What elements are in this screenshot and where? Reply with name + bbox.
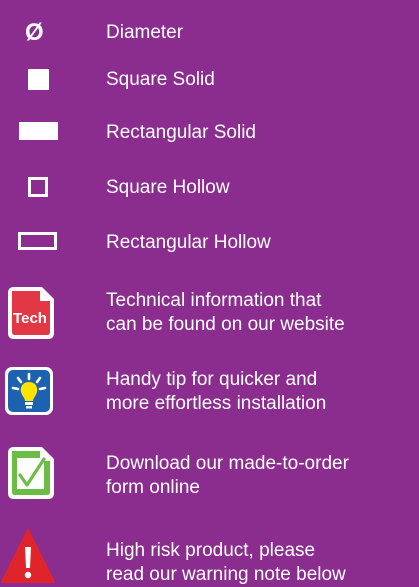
legend-item-rectangular-hollow: Rectangular Hollow	[0, 228, 419, 258]
tech-badge-text: Tech	[13, 310, 47, 327]
legend-item-square-hollow: Square Hollow	[0, 173, 419, 203]
legend-item-square-solid: Square Solid	[0, 65, 419, 95]
checkmark-form-icon	[8, 447, 54, 499]
tech-document-icon: Tech	[8, 287, 54, 339]
legend-item-download: Download our made-to-order form online	[0, 444, 419, 500]
legend-item-tip: Handy tip for quicker and more effortles…	[0, 363, 419, 419]
legend-item-tech: Tech Technical information that can be f…	[0, 283, 419, 339]
legend-label-warning: High risk product, please read our warni…	[106, 540, 346, 585]
legend-item-diameter: Ø Diameter	[0, 18, 419, 48]
legend-label-rectangular-solid: Rectangular Solid	[106, 122, 256, 143]
warning-triangle-icon	[1, 529, 55, 583]
legend-label-square-solid: Square Solid	[106, 69, 215, 90]
legend-label-diameter: Diameter	[106, 22, 184, 43]
square-solid-icon	[28, 69, 49, 90]
square-hollow-icon	[28, 177, 48, 197]
rectangular-solid-icon	[19, 122, 58, 140]
legend-label-rectangular-hollow: Rectangular Hollow	[106, 232, 271, 253]
legend-label-square-hollow: Square Hollow	[106, 177, 230, 198]
legend-label-tech: Technical information that can be found …	[106, 290, 345, 335]
rectangular-hollow-icon	[18, 232, 57, 250]
diameter-icon: Ø	[25, 19, 44, 46]
legend-item-warning: High risk product, please read our warni…	[0, 526, 419, 585]
legend-label-tip: Handy tip for quicker and more effortles…	[106, 369, 327, 414]
legend-label-download: Download our made-to-order form online	[106, 453, 349, 498]
legend-item-rectangular-solid: Rectangular Solid	[0, 118, 419, 148]
lightbulb-tip-icon	[5, 367, 53, 415]
